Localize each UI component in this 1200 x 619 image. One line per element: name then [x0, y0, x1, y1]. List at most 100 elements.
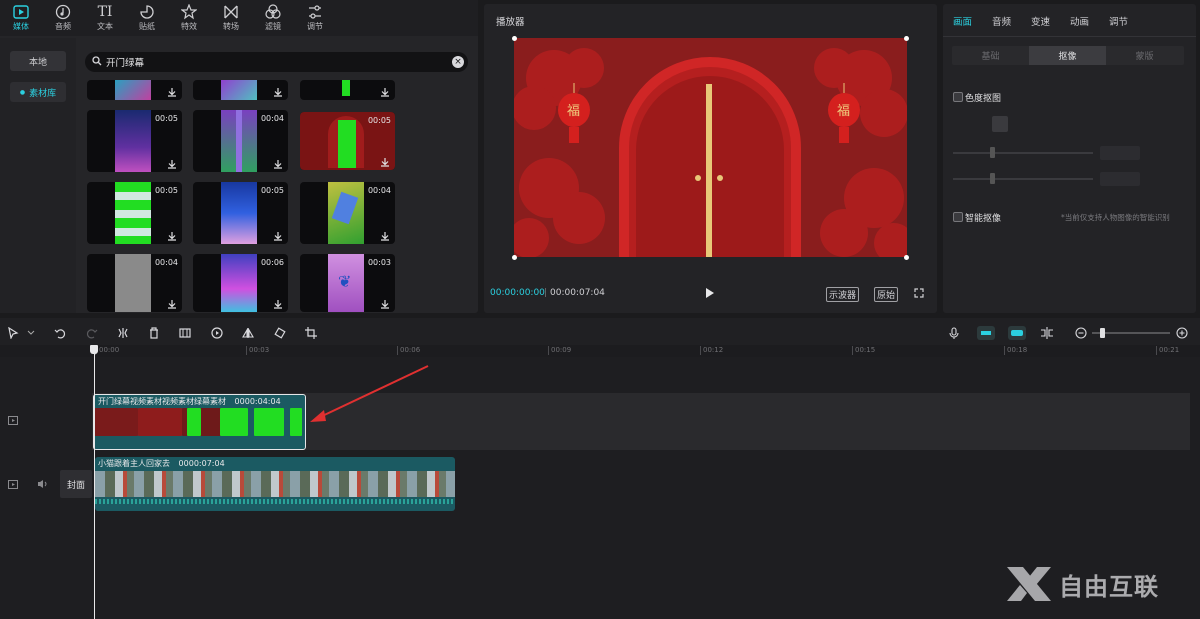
inspector-tab-adjust[interactable]: 调节 [1109, 14, 1128, 28]
microphone-icon [949, 326, 959, 339]
record-voice-button[interactable] [947, 326, 961, 340]
fullscreen-icon[interactable] [914, 288, 924, 301]
ruler-label: 00:15 [855, 346, 876, 354]
download-icon [168, 232, 176, 241]
ruler-tick [1004, 346, 1005, 355]
media-thumb[interactable] [87, 80, 182, 100]
tab-effects[interactable]: 特效 [168, 0, 210, 36]
download-icon [274, 232, 282, 241]
undo-icon [54, 329, 66, 339]
mirror-icon [242, 327, 254, 338]
resize-handle[interactable] [904, 255, 909, 260]
undo-button[interactable] [53, 326, 67, 340]
intensity-value-box[interactable] [1100, 146, 1140, 160]
tab-filter[interactable]: 滤镜 [252, 0, 294, 36]
video-preview[interactable]: 福 福 [514, 38, 907, 257]
main-track-icon[interactable] [8, 480, 18, 492]
slider-handle[interactable] [990, 173, 995, 184]
color-picker-swatch[interactable] [992, 116, 1008, 132]
svg-text:福: 福 [837, 104, 850, 119]
sidebar-item-local[interactable]: 本地 [10, 51, 66, 71]
crop-icon [305, 327, 317, 339]
split-button[interactable] [116, 326, 130, 340]
play-button[interactable] [705, 288, 714, 301]
video-track-icon [8, 416, 18, 425]
playhead-handle[interactable] [90, 345, 98, 354]
search-input[interactable]: 开门绿幕 [106, 55, 452, 69]
thumb-duration: 00:05 [154, 114, 178, 123]
media-thumb[interactable]: 00:04 [193, 110, 288, 172]
tab-adjust[interactable]: 调节 [294, 0, 336, 36]
inspector-divider [943, 36, 1196, 37]
main-video-clip[interactable]: 小猫跟着主人回家去 0000:07:04 [95, 457, 455, 511]
tab-transition[interactable]: 转场 [210, 0, 252, 36]
scope-button[interactable]: 示波器 [826, 287, 860, 302]
mute-button[interactable] [37, 479, 48, 492]
shadow-value-box[interactable] [1100, 172, 1140, 186]
select-tool[interactable] [6, 326, 20, 340]
play-icon [706, 288, 714, 298]
snap-toggle[interactable] [977, 326, 995, 340]
intensity-slider[interactable] [953, 152, 1093, 154]
green-screen-clip[interactable]: 开门绿幕视频素材视频素材绿幕素材 0000:04:04 [93, 394, 306, 450]
resize-handle[interactable] [904, 36, 909, 41]
cover-button[interactable]: 封面 [60, 470, 92, 498]
annotation-arrow [310, 365, 429, 422]
rotate-button[interactable] [273, 326, 287, 340]
zoom-in-button[interactable] [1175, 326, 1189, 340]
inspector-tab-audio[interactable]: 音频 [992, 14, 1011, 28]
ruler-tick [1156, 346, 1157, 355]
segment-cutout[interactable]: 抠像 [1029, 46, 1106, 65]
redo-button[interactable] [85, 326, 99, 340]
media-thumb[interactable]: 00:05 [300, 112, 395, 170]
select-tool-dropdown[interactable] [24, 326, 38, 340]
clear-search-icon[interactable]: × [452, 56, 464, 68]
inspector-tab-frame[interactable]: 画面 [953, 14, 972, 28]
tab-audio[interactable]: 音频 [42, 0, 84, 36]
search-icon [92, 55, 102, 69]
chroma-key-checkbox[interactable] [953, 92, 963, 102]
media-thumb[interactable]: 00:05 [87, 182, 182, 244]
resize-handle[interactable] [512, 36, 517, 41]
media-thumb[interactable]: 00:05 [87, 110, 182, 172]
media-thumb[interactable]: 00:04 [87, 254, 182, 312]
tab-media[interactable]: 媒体 [0, 0, 42, 36]
thumb-duration: 00:03 [367, 258, 391, 267]
preview-axis-toggle[interactable] [1040, 326, 1054, 340]
preview-scene: 福 福 [514, 38, 907, 257]
delete-button[interactable] [147, 326, 161, 340]
smart-key-checkbox[interactable] [953, 212, 963, 222]
freeze-frame-icon [179, 328, 191, 338]
tab-label: 转场 [223, 22, 239, 31]
tab-text[interactable]: TI 文本 [84, 0, 126, 36]
overlay-track-icon[interactable] [8, 416, 18, 428]
resize-handle[interactable] [512, 255, 517, 260]
freeze-button[interactable] [178, 326, 192, 340]
mirror-button[interactable] [241, 326, 255, 340]
media-thumb[interactable]: 00:06 [193, 254, 288, 312]
crop-button[interactable] [304, 326, 318, 340]
shadow-slider[interactable] [953, 178, 1093, 180]
original-ratio-button[interactable]: 原始 [874, 287, 899, 302]
segment-mask[interactable]: 蒙版 [1106, 46, 1183, 65]
zoom-slider-handle[interactable] [1100, 328, 1105, 338]
slider-handle[interactable] [990, 147, 995, 158]
media-thumb[interactable]: 00:04 [300, 182, 395, 244]
inspector-tab-speed[interactable]: 变速 [1031, 14, 1050, 28]
link-toggle[interactable] [1008, 326, 1026, 340]
tab-label: 音频 [55, 22, 71, 31]
media-thumb[interactable]: ❦ 00:03 [300, 254, 395, 312]
inspector-tab-animation[interactable]: 动画 [1070, 14, 1089, 28]
clip-title: 开门绿幕视频素材视频素材绿幕素材 0000:04:04 [98, 396, 281, 407]
tab-sticker[interactable]: 贴纸 [126, 0, 168, 36]
sidebar-item-library[interactable]: ● 素材库 [10, 82, 66, 102]
media-thumb[interactable] [193, 80, 288, 100]
segment-basic[interactable]: 基础 [952, 46, 1029, 65]
media-thumb[interactable]: 00:05 [193, 182, 288, 244]
zoom-out-button[interactable] [1074, 326, 1088, 340]
ruler-label: 00:03 [249, 346, 270, 354]
reverse-button[interactable] [210, 326, 224, 340]
tab-label: 特效 [181, 22, 197, 31]
media-thumb[interactable] [300, 80, 395, 100]
playhead-line[interactable] [94, 350, 95, 619]
